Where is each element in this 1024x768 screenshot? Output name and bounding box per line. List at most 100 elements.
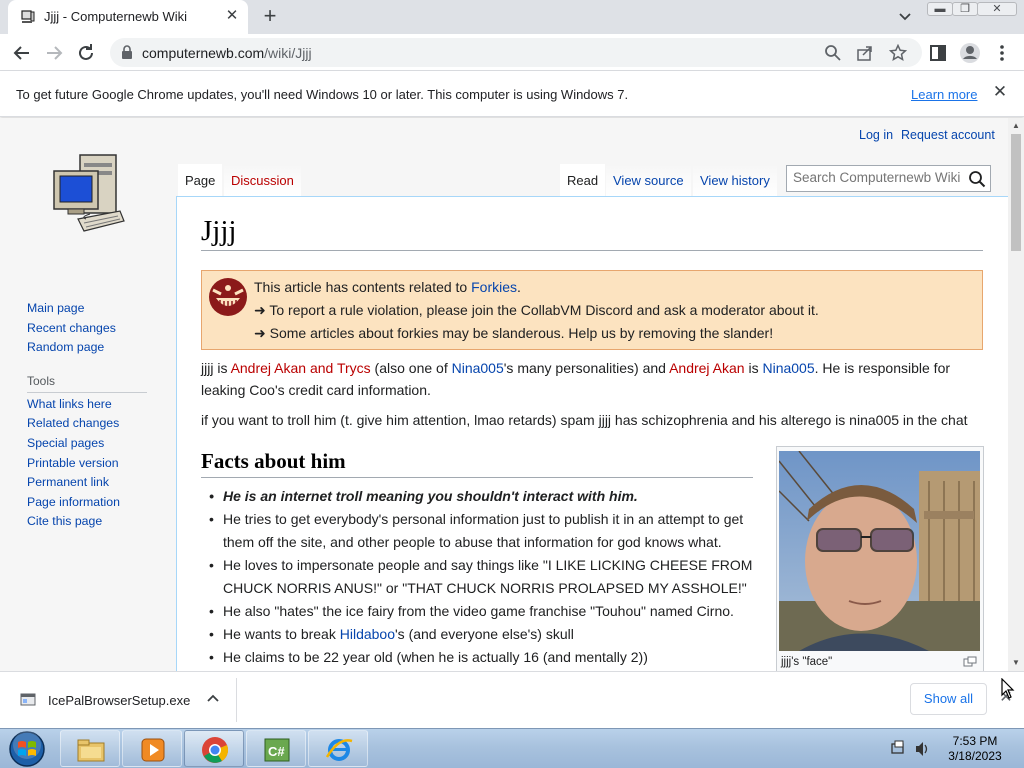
tab-search-icon[interactable]: [893, 8, 917, 26]
wiki-favicon-icon: [21, 10, 35, 23]
notice-line-1-end: .: [517, 279, 521, 295]
sidebar-item-recent-changes[interactable]: Recent changes: [27, 321, 147, 341]
csharp-icon: C#: [264, 738, 290, 762]
search-icon[interactable]: [968, 170, 986, 188]
hildaboo-link[interactable]: Hildaboo: [340, 626, 395, 642]
list-item: He tries to get everybody's personal inf…: [201, 508, 756, 554]
share-icon[interactable]: [856, 44, 874, 62]
page-title: Jjjj: [201, 215, 983, 251]
learn-more-link[interactable]: Learn more: [911, 87, 977, 102]
update-infobar: To get future Google Chrome updates, you…: [0, 71, 1024, 117]
taskbar-explorer-button[interactable]: [60, 730, 120, 767]
clock-time: 7:53 PM: [952, 734, 998, 748]
nina005-link[interactable]: Nina005: [452, 360, 504, 376]
minimize-icon[interactable]: ▬: [927, 2, 953, 16]
intro-text-2: (also one of: [370, 360, 452, 376]
forward-icon[interactable]: [42, 41, 66, 65]
tab-close-icon[interactable]: ✕: [223, 7, 241, 25]
page-scrollbar[interactable]: ▲ ▼: [1008, 118, 1024, 671]
scroll-up-icon[interactable]: ▲: [1012, 121, 1020, 130]
windows-taskbar: C# 7:53 PM 3/18/2023: [0, 728, 1024, 768]
sidebar-item-what-links-here[interactable]: What links here: [27, 397, 147, 417]
fact-5-text: He wants to break: [223, 626, 340, 642]
forkies-notice-box: This article has contents related to For…: [201, 270, 983, 350]
nina005-link-2[interactable]: Nina005: [762, 360, 814, 376]
login-link[interactable]: Log in: [859, 128, 893, 142]
tab-title: Jjjj - Computernewb Wiki: [44, 9, 188, 24]
taskbar-media-player-button[interactable]: [122, 730, 182, 767]
back-icon[interactable]: [10, 41, 34, 65]
sidebar-tools-heading: Tools: [27, 374, 147, 393]
profile-avatar-icon[interactable]: [958, 41, 982, 65]
fact-5-end: 's (and everyone else's) skull: [395, 626, 574, 642]
browser-tab[interactable]: Jjjj - Computernewb Wiki ✕: [8, 0, 248, 34]
infobar-close-icon[interactable]: ✕: [991, 83, 1009, 101]
reload-icon[interactable]: [74, 41, 98, 65]
tab-read[interactable]: Read: [560, 164, 606, 196]
show-all-button[interactable]: Show all: [910, 683, 987, 715]
sidebar-item-related-changes[interactable]: Related changes: [27, 416, 147, 436]
portrait-photo[interactable]: [779, 451, 980, 651]
address-bar[interactable]: computernewb.com/wiki/Jjjj: [110, 38, 922, 67]
url-path: /wiki/Jjjj: [264, 45, 312, 61]
forkies-link[interactable]: Forkies: [471, 279, 517, 295]
taskbar-chrome-button[interactable]: [184, 730, 244, 767]
request-account-link[interactable]: Request account: [901, 128, 995, 142]
intro-text-3: 's many personalities) and: [503, 360, 670, 376]
site-logo[interactable]: [50, 153, 125, 239]
notice-line-2: ➜ To report a rule violation, please joi…: [254, 302, 819, 318]
article-content: Jjjj This article has contents related t…: [176, 196, 1008, 671]
window-close-icon[interactable]: ✕: [977, 2, 1017, 16]
download-filename[interactable]: IcePalBrowserSetup.exe: [48, 693, 190, 708]
notice-line-1-text: This article has contents related to: [254, 279, 472, 295]
svg-text:C#: C#: [268, 744, 285, 759]
wiki-search-input[interactable]: [793, 170, 963, 185]
scroll-thumb[interactable]: [1011, 134, 1021, 251]
new-tab-icon[interactable]: +: [258, 5, 282, 29]
tab-page[interactable]: Page: [178, 164, 223, 196]
andrej-akan-struck-link[interactable]: Andrej Akan and: [231, 360, 334, 376]
folder-icon: [77, 739, 105, 762]
page-viewport: Main page Recent changes Random page Too…: [0, 118, 1008, 671]
tab-discussion[interactable]: Discussion: [224, 164, 301, 196]
taskbar-csharp-button[interactable]: C#: [246, 730, 306, 767]
chevron-up-icon[interactable]: [205, 690, 221, 706]
sidebar-item-permanent-link[interactable]: Permanent link: [27, 475, 147, 495]
shelf-divider: [236, 678, 237, 722]
sidebar-item-special-pages[interactable]: Special pages: [27, 436, 147, 456]
chrome-icon: [202, 737, 229, 763]
intro-text-4: is: [744, 360, 763, 376]
sidebar-item-random-page[interactable]: Random page: [27, 340, 147, 360]
system-tray-icons[interactable]: [890, 739, 930, 759]
menu-kebab-icon[interactable]: [990, 41, 1014, 65]
browser-toolbar: computernewb.com/wiki/Jjjj: [0, 34, 1024, 71]
url-text[interactable]: computernewb.com/wiki/Jjjj: [142, 45, 312, 61]
start-orb-icon[interactable]: [6, 730, 48, 768]
media-player-icon: [141, 738, 165, 762]
tab-view-source[interactable]: View source: [606, 164, 691, 196]
sidebar-item-cite-this-page[interactable]: Cite this page: [27, 514, 147, 534]
scroll-down-icon[interactable]: ▼: [1012, 658, 1020, 667]
internet-explorer-icon: [325, 739, 353, 761]
trycs-link[interactable]: Trycs: [337, 360, 371, 376]
lock-icon[interactable]: [120, 45, 134, 60]
mouse-cursor-icon: [1001, 678, 1015, 699]
list-item: He wants to break Hildaboo's (and everyo…: [201, 623, 756, 646]
thumbnail-caption: jjjj's "face": [781, 656, 833, 668]
taskbar-ie-button[interactable]: [308, 730, 368, 767]
sidebar-item-printable-version[interactable]: Printable version: [27, 456, 147, 476]
side-panel-icon[interactable]: [926, 41, 950, 65]
list-item: He loves to impersonate people and say t…: [201, 554, 756, 600]
sidebar-item-page-information[interactable]: Page information: [27, 495, 147, 515]
enlarge-icon[interactable]: [963, 656, 977, 667]
download-shelf: IcePalBrowserSetup.exe Show all ✕: [0, 671, 1024, 727]
zoom-search-icon[interactable]: [824, 44, 842, 62]
system-clock[interactable]: 7:53 PM 3/18/2023: [940, 734, 1010, 764]
bookmark-star-icon[interactable]: [889, 44, 907, 62]
restore-icon[interactable]: ❐: [952, 2, 978, 16]
tab-view-history[interactable]: View history: [693, 164, 777, 196]
tab-strip: Jjjj - Computernewb Wiki ✕ + ▬ ❐ ✕: [0, 0, 1024, 34]
exe-file-icon: [20, 693, 36, 706]
andrej-akan-link[interactable]: Andrej Akan: [669, 360, 745, 376]
sidebar-item-main-page[interactable]: Main page: [27, 301, 147, 321]
